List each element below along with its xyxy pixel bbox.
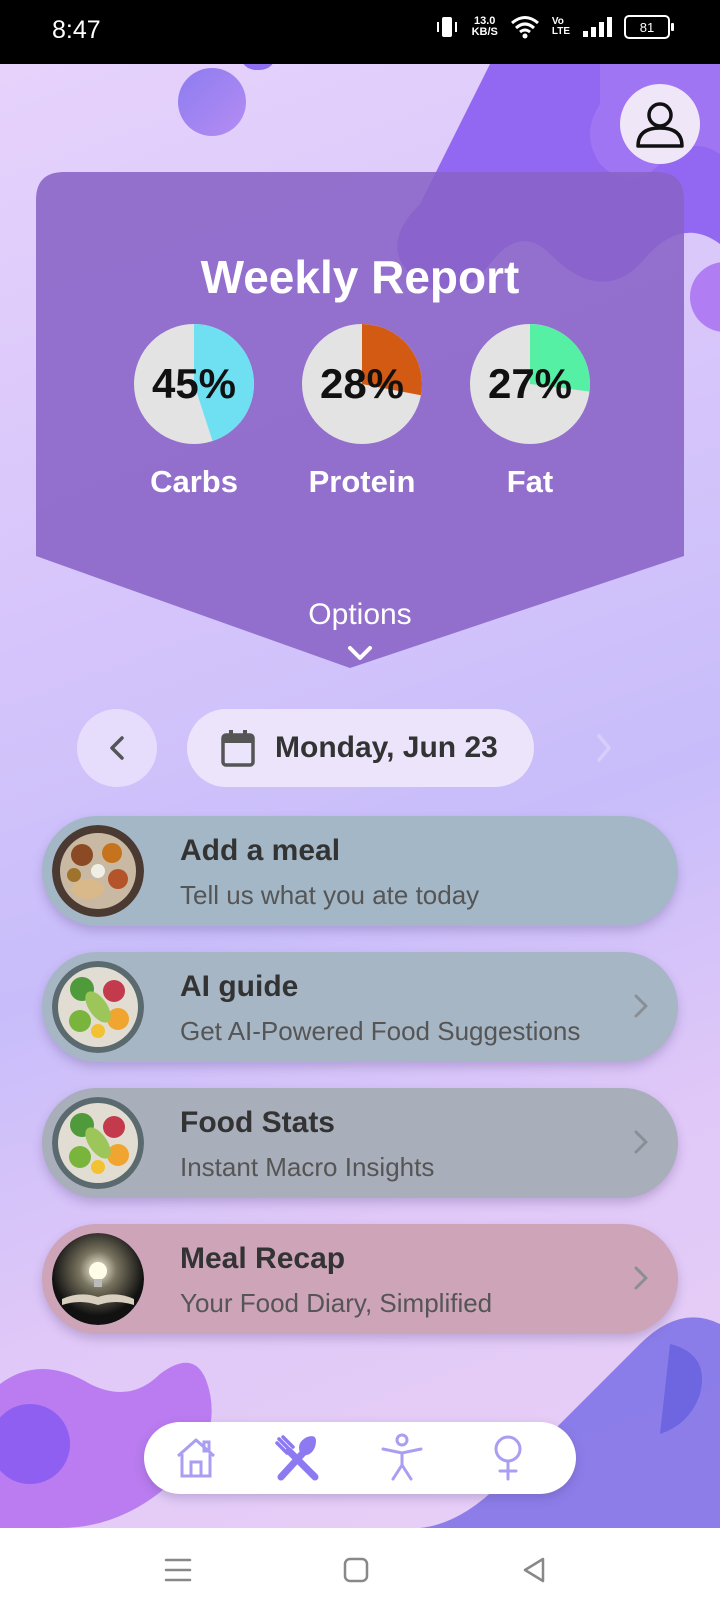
card-title: Food Stats (180, 1106, 335, 1139)
book-lightbulb-image (52, 1233, 144, 1325)
macro-pie: 28% (300, 322, 424, 446)
nav-meals[interactable] (270, 1432, 326, 1484)
weekly-report-panel: Weekly Report 45% Carbs 28% Protein 27% … (36, 172, 684, 682)
signal-icon (583, 17, 612, 37)
status-icons: 13.0 KB/S Vo LTE 81 (434, 14, 674, 40)
back-triangle-icon (523, 1557, 545, 1583)
chevron-right-icon (634, 994, 648, 1018)
net-speed-unit: KB/S (471, 26, 498, 38)
profile-button[interactable] (620, 84, 700, 164)
macro-protein[interactable]: 28% Protein (300, 322, 424, 500)
nav-female[interactable] (480, 1432, 536, 1484)
card-subtitle: Get AI-Powered Food Suggestions (180, 1016, 581, 1046)
macro-percent: 28% (319, 360, 405, 407)
nav-home[interactable] (168, 1432, 224, 1484)
meal-recap-card[interactable]: Meal Recap Your Food Diary, Simplified (42, 1224, 678, 1334)
macro-percent: 45% (151, 360, 237, 407)
salad-bowl-image (52, 1097, 144, 1189)
salad-bowl-image (52, 961, 144, 1053)
previous-day-button[interactable] (77, 709, 157, 787)
system-home-button[interactable] (334, 1548, 378, 1592)
volte-indicator: Vo LTE (552, 17, 570, 37)
square-icon (343, 1557, 369, 1583)
calendar-icon (221, 730, 255, 767)
card-subtitle: Instant Macro Insights (180, 1152, 435, 1182)
bg-swoosh-bottom-left (0, 1362, 212, 1528)
system-back-button[interactable] (512, 1548, 556, 1592)
macro-label: Protein (308, 464, 416, 499)
system-navigation-bar (0, 1528, 720, 1612)
macro-carbs[interactable]: 45% Carbs (132, 322, 256, 500)
battery-indicator: 81 (624, 15, 674, 39)
fitness-icon (381, 1433, 423, 1481)
card-title: Add a meal (180, 834, 341, 867)
date-navigator: Monday, Jun 23 (0, 709, 720, 787)
vibrate-icon (436, 17, 457, 37)
food-stats-card[interactable]: Food Stats Instant Macro Insights (42, 1088, 678, 1198)
nav-fitness[interactable] (374, 1432, 430, 1484)
add-meal-card[interactable]: Add a meal Tell us what you ate today (42, 816, 678, 926)
next-day-button[interactable] (592, 731, 616, 765)
macro-percent: 27% (487, 360, 573, 407)
card-title: AI guide (180, 970, 299, 1003)
system-menu-button[interactable] (156, 1548, 200, 1592)
status-time: 8:47 (52, 16, 101, 44)
card-subtitle: Your Food Diary, Simplified (180, 1288, 493, 1318)
date-picker-button[interactable]: Monday, Jun 23 (187, 709, 534, 787)
chevron-right-icon (634, 1266, 648, 1290)
app-screen: Weekly Report 45% Carbs 28% Protein 27% … (0, 64, 720, 1528)
chevron-down-icon[interactable] (347, 644, 373, 662)
options-button[interactable]: Options (36, 598, 684, 632)
volte-bottom: LTE (551, 26, 570, 37)
home-icon (177, 1438, 215, 1478)
selected-date: Monday, Jun 23 (275, 731, 498, 764)
wifi-icon (510, 16, 539, 39)
meal-thali-image (52, 825, 144, 917)
bg-blob-top (178, 68, 246, 136)
user-icon (636, 102, 684, 148)
macro-label: Fat (506, 464, 554, 499)
card-title: Meal Recap (180, 1242, 346, 1275)
bg-blob-top-small (240, 64, 276, 70)
female-icon (494, 1435, 522, 1481)
macro-label: Carbs (150, 464, 238, 499)
net-speed: 13.0 KB/S (472, 16, 498, 38)
battery-level: 81 (639, 19, 655, 35)
weekly-report-title: Weekly Report (200, 251, 520, 303)
macro-fat[interactable]: 27% Fat (468, 322, 592, 500)
macro-pie: 45% (132, 322, 256, 446)
chevron-right-icon (634, 1130, 648, 1154)
status-bar: 8:47 13.0 KB/S Vo LTE 81 (0, 0, 720, 64)
card-subtitle: Tell us what you ate today (180, 880, 480, 910)
macro-pie: 27% (468, 322, 592, 446)
bottom-nav-bar (144, 1422, 576, 1494)
utensils-icon (275, 1435, 319, 1481)
chevron-left-icon (110, 736, 124, 760)
ai-guide-card[interactable]: AI guide Get AI-Powered Food Suggestions (42, 952, 678, 1062)
menu-icon (164, 1558, 192, 1582)
